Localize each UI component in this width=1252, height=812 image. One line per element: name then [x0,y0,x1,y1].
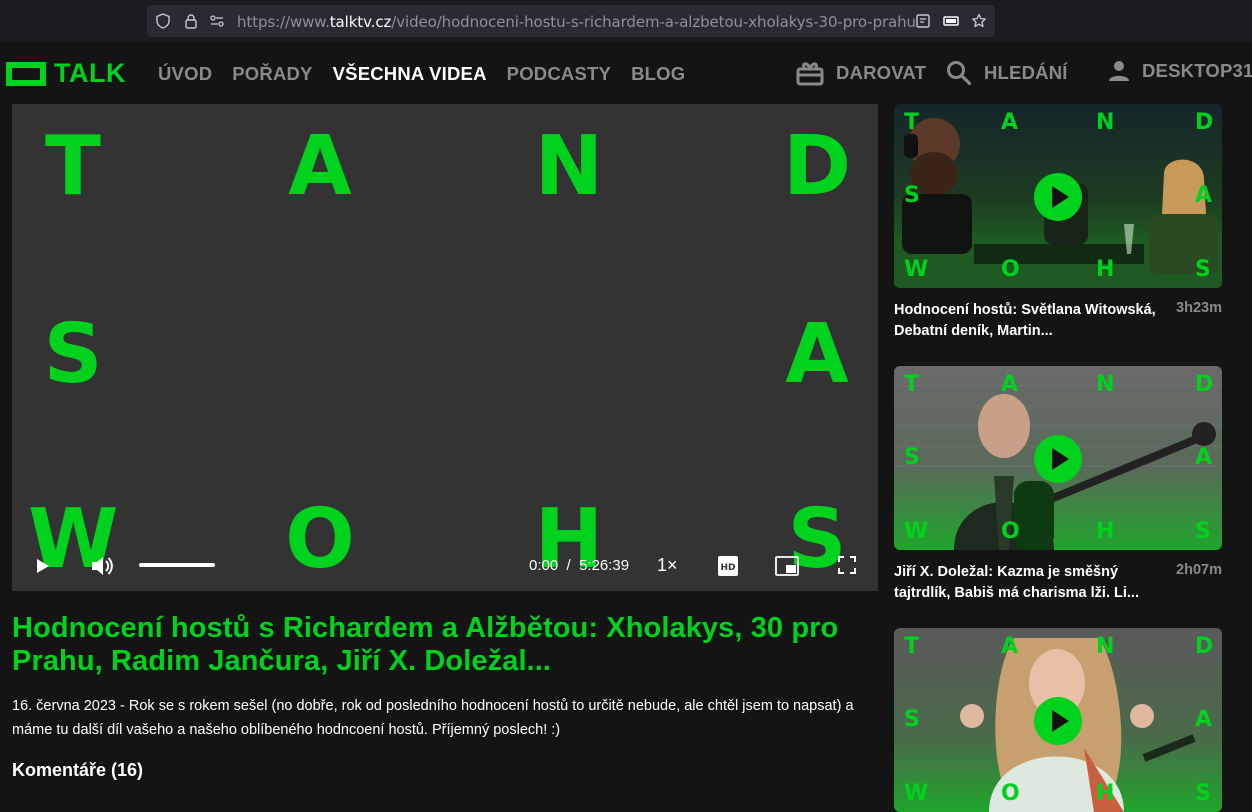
thumb-letter: D [1195,372,1214,397]
thumb-letter: N [1096,110,1115,135]
related-video-card[interactable]: T A N D S A W O H S Jiří X. Doležal: Kaz… [894,366,1222,601]
card-duration: 3h23m [1176,300,1222,316]
shield-icon[interactable] [155,13,171,29]
player-letter: S [43,307,103,402]
logo-text: TALK [54,58,126,88]
play-icon[interactable] [1034,697,1082,745]
url-text: https://www.talktv.cz/video/hodnoceni-ho… [237,13,917,31]
nav-item-uvod[interactable]: ÚVOD [158,63,212,85]
search-link[interactable]: HLEDÁNÍ [946,60,1068,86]
thumb-letter: S [1195,781,1211,806]
player-letter: D [782,119,852,214]
bookmark-star-icon[interactable] [971,13,987,29]
player-letter: N [534,119,604,214]
picture-in-picture-icon[interactable] [775,556,799,576]
video-thumbnail[interactable]: T A N D S A W O H S [894,104,1222,288]
nav-item-vsechna-videa[interactable]: VŠECHNA VIDEA [333,63,487,85]
play-icon[interactable] [1034,173,1082,221]
related-video-card[interactable]: T A N D S A W O H S [894,628,1222,812]
thumb-letter: A [1195,445,1213,470]
player-letter: T [45,119,101,214]
player-letter: A [785,307,849,402]
thumb-letter: T [904,110,920,135]
fullscreen-icon[interactable] [838,556,856,574]
comments-heading: Komentáře (16) [12,760,144,780]
thumb-letter: T [904,634,920,659]
player-controls: 0:00 / 5:26:39 1× HD [12,541,878,591]
url-bar[interactable]: https://www.talktv.cz/video/hodnoceni-ho… [147,5,995,37]
card-duration: 2h07m [1176,562,1222,578]
thumb-letter: A [1195,707,1213,732]
card-title[interactable]: Jiří X. Doležal: Kazma je směšný tajtrdl… [894,562,1164,604]
volume-icon[interactable] [90,555,114,577]
thumb-letter: T [904,372,920,397]
card-title[interactable]: Hodnocení hostů: Světlana Witowská, Deba… [894,300,1164,342]
thumb-letter: W [904,257,929,282]
time-display: 0:00 / 5:26:39 [529,557,630,574]
thumb-letter: N [1096,372,1115,397]
svg-text:HD: HD [720,563,735,573]
donate-link[interactable]: DAROVAT [796,60,926,86]
gift-icon [796,62,824,86]
user-account-link[interactable]: DESKTOP31 [1108,60,1252,82]
video-description: 16. června 2023 - Rok se s rokem sešel (… [12,698,854,738]
lock-icon[interactable] [183,13,199,29]
nav-item-porady[interactable]: POŘADY [232,63,312,85]
nav-item-blog[interactable]: BLOG [631,63,685,85]
player-letter: A [288,119,352,214]
thumb-letter: H [1096,519,1115,544]
thumb-letter: A [1001,372,1019,397]
thumb-letter: A [1195,183,1213,208]
video-thumbnail[interactable]: T A N D S A W O H S [894,366,1222,550]
thumb-letter: O [1001,519,1020,544]
reader-view-icon[interactable] [915,13,931,29]
nav-item-podcasty[interactable]: PODCASTY [507,63,611,85]
permissions-icon[interactable] [209,13,225,29]
thumb-letter: S [904,707,920,732]
thumb-letter: S [904,445,920,470]
thumb-letter: S [1195,257,1211,282]
related-video-card[interactable]: T A N D S A W O H S Hodnocení hostů: Svě… [894,104,1222,339]
playback-speed-button[interactable]: 1× [657,555,678,576]
thumb-letter: W [904,781,929,806]
thumb-letter: A [1001,110,1019,135]
talk-logo[interactable]: TALK [6,60,126,87]
thumb-letter: H [1096,257,1115,282]
thumb-letter: O [1001,257,1020,282]
search-icon [947,61,972,86]
play-icon[interactable] [1034,435,1082,483]
thumb-letter: N [1096,634,1115,659]
user-label: DESKTOP31 [1142,60,1252,81]
user-icon [1109,61,1129,81]
video-title: Hodnocení hostů s Richardem a Alžbětou: … [12,612,839,677]
browser-toolbar: https://www.talktv.cz/video/hodnoceni-ho… [0,0,1252,42]
main-nav: ÚVOD POŘADY VŠECHNA VIDEA PODCASTY BLOG [158,63,705,85]
logo-mark-icon [6,61,46,86]
thumb-letter: S [904,183,920,208]
donate-label: DAROVAT [836,62,927,83]
site-header: TALK ÚVOD POŘADY VŠECHNA VIDEA PODCASTY … [0,42,1252,104]
video-thumbnail[interactable]: T A N D S A W O H S [894,628,1222,812]
picture-in-picture-icon[interactable] [943,13,959,29]
play-icon[interactable] [36,558,50,574]
thumb-letter: W [904,519,929,544]
volume-slider[interactable] [139,563,215,567]
thumb-letter: O [1001,781,1020,806]
hd-quality-icon[interactable]: HD [718,556,738,576]
thumb-letter: S [1195,519,1211,544]
search-label: HLEDÁNÍ [984,62,1068,83]
thumb-letter: D [1195,110,1214,135]
thumb-letter: H [1096,781,1115,806]
video-player[interactable]: T A N D S A W O H S 0:00 / 5:26:39 1× HD [12,104,878,591]
thumb-letter: D [1195,634,1214,659]
thumb-letter: A [1001,634,1019,659]
